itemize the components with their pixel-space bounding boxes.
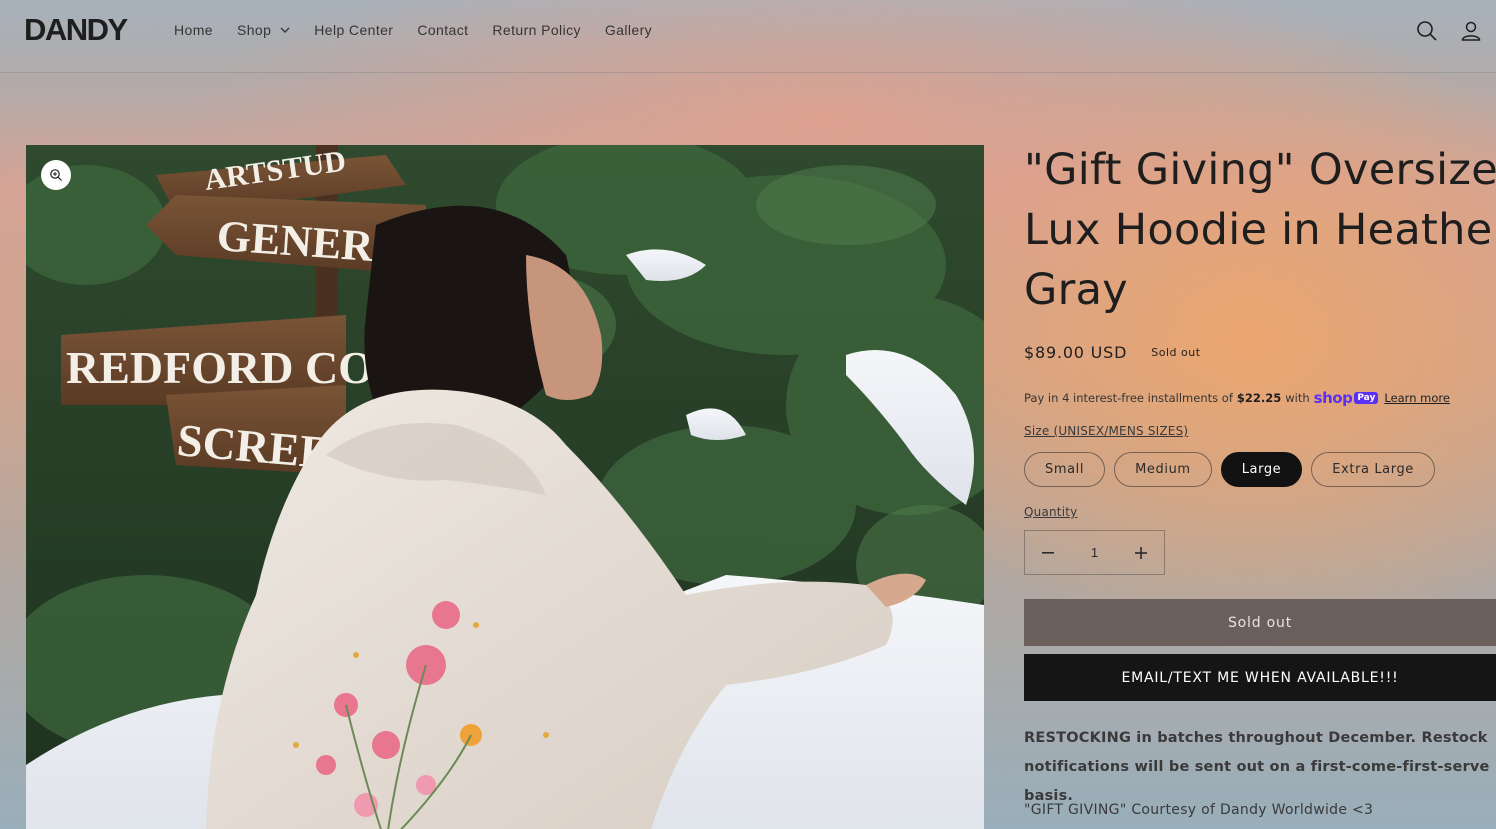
size-options: Small Medium Large Extra Large (1024, 452, 1435, 487)
product-info: "Gift Giving" Oversized Lux Hoodie in He… (1024, 140, 1496, 818)
nav-shop[interactable]: Shop (237, 22, 290, 38)
sign-text: REDFORD CON (66, 342, 407, 393)
nav-help-center[interactable]: Help Center (314, 22, 393, 38)
shop-pay-logo: shop Pay (1314, 389, 1379, 407)
installments-banner: Pay in 4 interest-free installments of $… (1024, 389, 1450, 407)
search-icon[interactable] (1415, 19, 1439, 43)
installment-amount: $22.25 (1236, 391, 1282, 405)
sold-out-badge: Sold out (1151, 346, 1201, 359)
learn-more-link[interactable]: Learn more (1384, 391, 1450, 405)
quantity-input[interactable] (1074, 545, 1115, 560)
nav-label: Help Center (314, 22, 394, 38)
chevron-down-icon (280, 27, 290, 33)
product-image[interactable]: ARTSTUD GENERAL REDFORD CON SCREEN (26, 145, 984, 829)
nav-home[interactable]: Home (174, 22, 213, 38)
product-title-line: Gray (1024, 265, 1128, 315)
pay-logo-text: Pay (1354, 392, 1379, 404)
product-title-line: "Gift Giving" Oversized (1024, 145, 1496, 195)
plus-icon[interactable] (1118, 530, 1164, 575)
product-title: "Gift Giving" Oversized Lux Hoodie in He… (1024, 140, 1496, 320)
site-header: DANDY Home Shop Help Center Contact Retu… (0, 0, 1496, 73)
product-price: $89.00 USD (1024, 343, 1128, 362)
shop-logo-text: shop (1313, 389, 1353, 407)
notify-button[interactable]: EMAIL/TEXT ME WHEN AVAILABLE!!! (1024, 654, 1496, 701)
minus-icon[interactable] (1025, 530, 1071, 575)
account-icon[interactable] (1459, 19, 1483, 43)
size-option-extra-large[interactable]: Extra Large (1311, 452, 1435, 487)
zoom-icon[interactable] (41, 160, 71, 190)
nav-label: Home (174, 22, 213, 38)
courtesy-text: "GIFT GIVING" Courtesy of Dandy Worldwid… (1024, 802, 1374, 818)
size-label: Size (UNISEX/MENS SIZES) (1024, 424, 1189, 438)
quantity-label: Quantity (1024, 505, 1078, 519)
product-title-line: Lux Hoodie in Heather (1024, 205, 1496, 255)
nav-label: Shop (236, 22, 272, 38)
installments-with: with (1285, 391, 1310, 405)
installments-text: Pay in 4 interest-free installments of (1024, 391, 1233, 405)
size-option-medium[interactable]: Medium (1114, 452, 1212, 487)
nav-label: Gallery (604, 22, 653, 38)
price-row: $89.00 USD Sold out (1024, 343, 1201, 362)
sold-out-button[interactable]: Sold out (1024, 599, 1496, 646)
product-photo: ARTSTUD GENERAL REDFORD CON SCREEN (26, 145, 984, 829)
main-nav: Home Shop Help Center Contact Return Pol… (174, 22, 676, 38)
nav-return-policy[interactable]: Return Policy (492, 22, 580, 38)
nav-label: Contact (417, 22, 469, 38)
size-option-large[interactable]: Large (1220, 452, 1303, 487)
logo[interactable]: DANDY (24, 12, 128, 48)
nav-gallery[interactable]: Gallery (605, 22, 652, 38)
size-option-small[interactable]: Small (1024, 452, 1106, 487)
quantity-stepper (1024, 530, 1165, 575)
nav-contact[interactable]: Contact (417, 22, 468, 38)
nav-label: Return Policy (492, 22, 581, 38)
restock-note: RESTOCKING in batches throughout Decembe… (1024, 730, 1490, 804)
